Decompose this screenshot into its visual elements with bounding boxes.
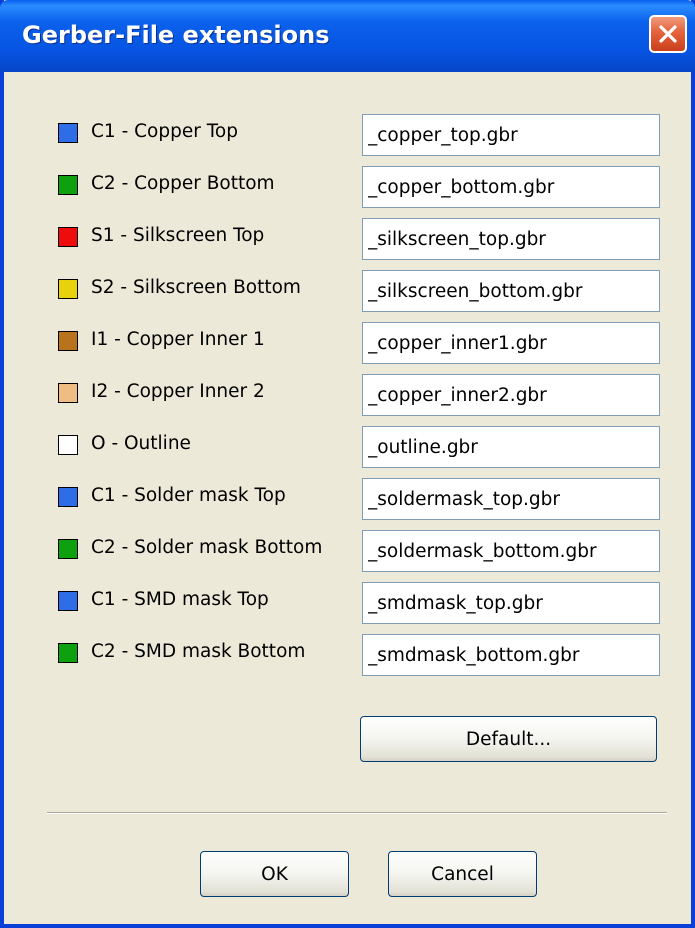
layer-row: S1 - Silkscreen Top	[56, 218, 666, 260]
layer-row: S2 - Silkscreen Bottom	[56, 270, 666, 312]
layer-color-swatch	[58, 487, 78, 507]
ok-button[interactable]: OK	[200, 851, 349, 897]
layer-label: S1 - Silkscreen Top	[91, 225, 265, 246]
close-button[interactable]	[649, 15, 687, 53]
layer-extension-input[interactable]	[362, 322, 660, 364]
layer-color-swatch	[58, 383, 78, 403]
layer-extension-input[interactable]	[362, 634, 660, 676]
layer-color-swatch	[58, 279, 78, 299]
title-bar[interactable]: Gerber-File extensions	[0, 0, 695, 72]
layer-row: I2 - Copper Inner 2	[56, 374, 666, 416]
layer-row: I1 - Copper Inner 1	[56, 322, 666, 364]
cancel-button[interactable]: Cancel	[388, 851, 537, 897]
layer-row: C1 - SMD mask Top	[56, 582, 666, 624]
dialog-title: Gerber-File extensions	[22, 21, 330, 49]
layer-row: C2 - SMD mask Bottom	[56, 634, 666, 676]
layer-color-swatch	[58, 123, 78, 143]
layer-color-swatch	[58, 539, 78, 559]
layer-row: C1 - Solder mask Top	[56, 478, 666, 520]
layer-color-swatch	[58, 435, 78, 455]
layer-extension-input[interactable]	[362, 114, 660, 156]
layer-extension-input[interactable]	[362, 218, 660, 260]
layer-extension-input[interactable]	[362, 426, 660, 468]
layer-row: O - Outline	[56, 426, 666, 468]
layer-label: C2 - Solder mask Bottom	[91, 537, 323, 558]
layer-row: C2 - Copper Bottom	[56, 166, 666, 208]
layer-extension-input[interactable]	[362, 530, 660, 572]
layer-extension-input[interactable]	[362, 374, 660, 416]
layer-label: I2 - Copper Inner 2	[91, 381, 265, 402]
layer-label: C2 - Copper Bottom	[91, 173, 275, 194]
layer-extension-input[interactable]	[362, 270, 660, 312]
layer-extension-input[interactable]	[362, 166, 660, 208]
layer-label: S2 - Silkscreen Bottom	[91, 277, 301, 298]
layer-color-swatch	[58, 591, 78, 611]
layer-row: C2 - Solder mask Bottom	[56, 530, 666, 572]
layer-label: C1 - Solder mask Top	[91, 485, 286, 506]
layer-label: C2 - SMD mask Bottom	[91, 641, 306, 662]
gerber-extensions-dialog: Gerber-File extensions C1 - Copper Top C2…	[0, 0, 695, 928]
layer-row: C1 - Copper Top	[56, 114, 666, 156]
layer-label: C1 - SMD mask Top	[91, 589, 269, 610]
layer-label: C1 - Copper Top	[91, 121, 238, 142]
layer-extension-input[interactable]	[362, 582, 660, 624]
separator	[47, 812, 667, 814]
layer-label: I1 - Copper Inner 1	[91, 329, 265, 350]
layer-color-swatch	[58, 175, 78, 195]
layer-color-swatch	[58, 227, 78, 247]
layer-extension-input[interactable]	[362, 478, 660, 520]
layer-color-swatch	[58, 331, 78, 351]
default-button[interactable]: Default...	[360, 716, 657, 762]
layer-label: O - Outline	[91, 433, 191, 454]
close-icon	[659, 25, 677, 43]
layer-color-swatch	[58, 643, 78, 663]
